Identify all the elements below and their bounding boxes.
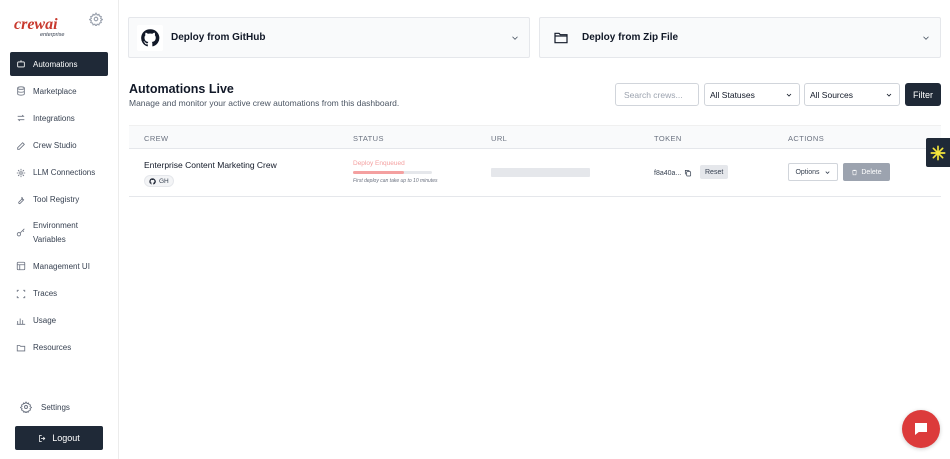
sidebar-item-integrations[interactable]: Integrations bbox=[10, 106, 108, 130]
deploy-zip-label: Deploy from Zip File bbox=[582, 32, 679, 43]
trash-icon bbox=[852, 169, 858, 175]
github-icon-box bbox=[137, 24, 163, 51]
sidebar-item-llm-connections[interactable]: LLM Connections bbox=[10, 161, 108, 185]
github-icon bbox=[141, 28, 160, 46]
sparkle-icon bbox=[930, 145, 946, 160]
source-filter-select[interactable]: All Sources bbox=[804, 83, 900, 106]
sidebar-item-label: Management UI bbox=[33, 261, 90, 271]
status-progress-fill bbox=[353, 171, 405, 174]
gear-icon bbox=[20, 401, 32, 413]
sidebar-item-label: Resources bbox=[33, 343, 72, 353]
github-icon bbox=[149, 177, 156, 184]
filter-button[interactable]: Filter bbox=[905, 83, 941, 106]
source-filter-value: All Sources bbox=[810, 89, 853, 100]
page-title: Automations Live bbox=[129, 82, 234, 96]
logo-row: crewai enterprise bbox=[14, 10, 110, 42]
status-text: Deploy Enqueued bbox=[353, 160, 405, 167]
copy-icon[interactable] bbox=[684, 169, 692, 177]
delete-label: Delete bbox=[861, 168, 882, 176]
status-filter-select[interactable]: All Statuses bbox=[704, 83, 800, 106]
header-crew: CREW bbox=[144, 134, 169, 143]
folder-icon bbox=[16, 343, 26, 353]
header-url: URL bbox=[491, 134, 508, 143]
gear-icon[interactable] bbox=[89, 12, 103, 26]
deploy-github-card[interactable]: Deploy from GitHub bbox=[128, 17, 530, 58]
reset-token-button[interactable]: Reset bbox=[700, 165, 729, 179]
table-header: CREW STATUS URL TOKEN ACTIONS bbox=[129, 125, 941, 149]
page-heading: Automations Live Manage and monitor your… bbox=[129, 82, 399, 108]
table-row: Enterprise Content Marketing Crew GH Dep… bbox=[129, 149, 941, 197]
bar-chart-icon bbox=[16, 316, 26, 326]
source-badge: GH bbox=[144, 175, 174, 187]
sidebar-item-label: Marketplace bbox=[33, 86, 77, 96]
options-button[interactable]: Options bbox=[788, 163, 838, 181]
sidebar-item-automations[interactable]: Automations bbox=[10, 52, 108, 76]
chevron-down-icon bbox=[512, 35, 518, 40]
svg-text:crewai: crewai bbox=[14, 16, 58, 33]
header-token: TOKEN bbox=[654, 134, 682, 143]
robot-icon bbox=[16, 59, 26, 69]
chevron-down-icon bbox=[786, 93, 792, 97]
search-input[interactable] bbox=[615, 83, 699, 106]
chevron-down-icon bbox=[886, 93, 892, 97]
sidebar-item-tool-registry[interactable]: Tool Registry bbox=[10, 188, 108, 212]
layout-icon bbox=[16, 261, 26, 271]
sidebar-item-marketplace[interactable]: Marketplace bbox=[10, 79, 108, 103]
crewai-logo[interactable]: crewai enterprise bbox=[14, 14, 78, 38]
chat-bubble-icon bbox=[915, 423, 927, 435]
status-note: First deploy can take up to 10 minutes bbox=[353, 178, 438, 184]
pencil-icon bbox=[16, 141, 26, 151]
crew-name-link[interactable]: Enterprise Content Marketing Crew bbox=[144, 160, 277, 170]
logout-label: Logout bbox=[52, 433, 80, 443]
chevron-down-icon bbox=[923, 35, 929, 40]
delete-button[interactable]: Delete bbox=[843, 163, 890, 181]
arrows-icon bbox=[16, 113, 26, 123]
folder-icon-box bbox=[548, 25, 574, 51]
sidebar-item-label: Usage bbox=[33, 316, 57, 326]
folder-icon bbox=[554, 32, 568, 43]
sidebar-item-usage[interactable]: Usage bbox=[10, 309, 108, 333]
settings-link[interactable]: Settings bbox=[20, 401, 70, 413]
status-progress-bar bbox=[353, 171, 432, 174]
wrench-icon bbox=[16, 195, 26, 205]
sidebar-item-label: Environment Variables bbox=[33, 221, 78, 245]
token-value: f8a40a... bbox=[654, 169, 692, 177]
sidebar-item-label: Traces bbox=[33, 289, 58, 298]
sidebar-item-label: Crew Studio bbox=[33, 141, 77, 151]
token-text: f8a40a... bbox=[654, 169, 682, 177]
sidebar-item-label: LLM Connections bbox=[33, 168, 96, 178]
sidebar-item-label: Automations bbox=[33, 59, 78, 69]
header-status: STATUS bbox=[353, 134, 384, 143]
source-badge-label: GH bbox=[159, 177, 169, 185]
sidebar-item-label: Integrations bbox=[33, 113, 75, 123]
deploy-zip-card[interactable]: Deploy from Zip File bbox=[539, 17, 941, 58]
sidebar-item-crew-studio[interactable]: Crew Studio bbox=[10, 134, 108, 158]
app-root: crewai enterprise Automations Marketplac… bbox=[0, 0, 950, 459]
options-label: Options bbox=[795, 168, 820, 176]
url-placeholder bbox=[491, 168, 590, 177]
sidebar-item-resources[interactable]: Resources bbox=[10, 336, 108, 360]
sidebar: crewai enterprise Automations Marketplac… bbox=[0, 0, 119, 459]
database-icon bbox=[16, 86, 26, 96]
logout-button[interactable]: Logout bbox=[15, 426, 103, 450]
scan-icon bbox=[16, 289, 26, 299]
settings-label: Settings bbox=[41, 402, 70, 412]
logout-icon bbox=[39, 434, 46, 442]
side-widget-tab[interactable] bbox=[926, 138, 950, 167]
key-icon bbox=[16, 228, 26, 238]
chevron-down-icon bbox=[825, 170, 830, 174]
sidebar-item-traces[interactable]: Traces bbox=[10, 282, 108, 306]
deploy-github-label: Deploy from GitHub bbox=[171, 32, 266, 43]
sidebar-item-environment-variables[interactable]: Environment Variables bbox=[10, 215, 108, 251]
sidebar-item-management-ui[interactable]: Management UI bbox=[10, 254, 108, 278]
chat-button[interactable] bbox=[902, 410, 940, 448]
status-filter-value: All Statuses bbox=[710, 89, 755, 100]
automations-table: CREW STATUS URL TOKEN ACTIONS Enterprise… bbox=[129, 125, 941, 197]
gear-icon bbox=[16, 168, 26, 178]
svg-text:enterprise: enterprise bbox=[40, 32, 64, 38]
header-actions: ACTIONS bbox=[788, 134, 825, 143]
page-subtitle: Manage and monitor your active crew auto… bbox=[129, 98, 400, 108]
sidebar-item-label: Tool Registry bbox=[33, 195, 80, 205]
sidebar-nav: Automations Marketplace Integrations Cre… bbox=[10, 52, 108, 363]
